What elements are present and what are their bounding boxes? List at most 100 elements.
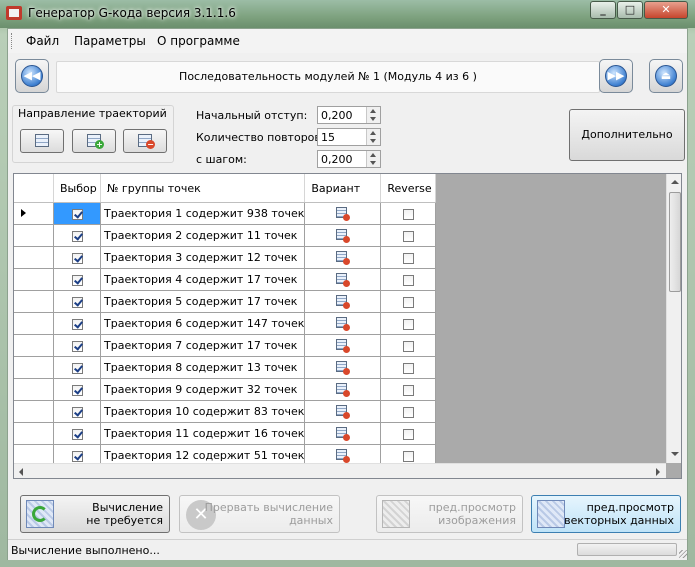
row-header[interactable] [14, 334, 54, 357]
table-row[interactable]: Траектория 2 содержит 11 точек [14, 224, 437, 247]
reverse-checkbox[interactable] [402, 252, 414, 264]
select-checkbox[interactable] [71, 384, 83, 396]
image-preview-button[interactable]: пред.просмотр изображения [376, 495, 523, 533]
reverse-cell[interactable] [380, 378, 437, 401]
reverse-cell[interactable] [380, 268, 437, 291]
variant-cell[interactable] [304, 290, 382, 313]
variant-cell[interactable] [304, 378, 382, 401]
table-remove-icon[interactable] [335, 272, 350, 287]
select-checkbox[interactable] [71, 230, 83, 242]
table-row[interactable]: Траектория 10 содержит 83 точек [14, 400, 437, 423]
column-variant[interactable]: Вариант [304, 174, 382, 203]
table-remove-icon[interactable] [335, 426, 350, 441]
table-remove-icon[interactable] [335, 404, 350, 419]
variant-cell[interactable] [304, 356, 382, 379]
variant-cell[interactable] [304, 224, 382, 247]
abort-calculation-button[interactable]: ✕ Прервать вычисление данных [179, 495, 340, 533]
start-offset-input[interactable]: 0,200 [317, 106, 381, 124]
table-row[interactable]: Траектория 9 содержит 32 точек [14, 378, 437, 401]
row-header[interactable] [14, 290, 54, 313]
select-checkbox[interactable] [71, 208, 83, 220]
select-cell[interactable] [53, 290, 101, 313]
select-cell[interactable] [53, 356, 101, 379]
reverse-checkbox[interactable] [402, 274, 414, 286]
repeat-count-input[interactable]: 15 [317, 128, 381, 146]
eject-button[interactable]: ⏏ [649, 59, 683, 93]
menu-parameters[interactable]: Параметры [74, 34, 146, 48]
table-remove-icon[interactable] [335, 382, 350, 397]
reverse-cell[interactable] [380, 356, 437, 379]
row-header[interactable] [14, 202, 54, 225]
group-name-cell[interactable]: Траектория 5 содержит 17 точек [100, 290, 306, 313]
resize-grip[interactable] [679, 550, 687, 558]
row-header[interactable] [14, 268, 54, 291]
step-input[interactable]: 0,200 [317, 150, 381, 168]
table-remove-icon[interactable] [335, 448, 350, 463]
variant-cell[interactable] [304, 400, 382, 423]
reverse-checkbox[interactable] [402, 230, 414, 242]
row-header[interactable] [14, 356, 54, 379]
reverse-cell[interactable] [380, 312, 437, 335]
spinner-arrows-icon[interactable] [366, 107, 380, 123]
table-row[interactable]: Траектория 1 содержит 938 точек [14, 202, 437, 225]
scroll-right-icon[interactable] [656, 468, 660, 476]
close-button[interactable]: ✕ [644, 1, 688, 19]
table-remove-icon[interactable] [335, 228, 350, 243]
group-name-cell[interactable]: Траектория 3 содержит 12 точек [100, 246, 306, 269]
select-cell[interactable] [53, 268, 101, 291]
row-header[interactable] [14, 224, 54, 247]
select-cell[interactable] [53, 312, 101, 335]
table-remove-icon[interactable] [335, 360, 350, 375]
select-cell[interactable] [53, 246, 101, 269]
select-checkbox[interactable] [71, 252, 83, 264]
table-row[interactable]: Траектория 5 содержит 17 точек [14, 290, 437, 313]
group-name-cell[interactable]: Траектория 9 содержит 32 точек [100, 378, 306, 401]
group-name-cell[interactable]: Траектория 11 содержит 16 точек [100, 422, 306, 445]
next-module-button[interactable]: ▶▶ [599, 59, 633, 93]
column-select[interactable]: Выбор [53, 174, 101, 203]
direction-remove-button[interactable]: − [123, 129, 167, 153]
select-checkbox[interactable] [71, 340, 83, 352]
table-row[interactable]: Траектория 3 содержит 12 точек [14, 246, 437, 269]
direction-add-button[interactable]: + [72, 129, 116, 153]
reverse-cell[interactable] [380, 224, 437, 247]
select-checkbox[interactable] [71, 362, 83, 374]
scroll-thumb[interactable] [669, 192, 681, 292]
select-cell[interactable] [53, 400, 101, 423]
scroll-up-icon[interactable] [671, 180, 679, 184]
calculation-button[interactable]: Вычисление не требуется [20, 495, 170, 533]
select-checkbox[interactable] [71, 296, 83, 308]
reverse-checkbox[interactable] [402, 340, 414, 352]
table-row[interactable]: Траектория 7 содержит 17 точек [14, 334, 437, 357]
reverse-checkbox[interactable] [402, 318, 414, 330]
row-header[interactable] [14, 378, 54, 401]
reverse-checkbox[interactable] [402, 362, 414, 374]
table-remove-icon[interactable] [335, 294, 350, 309]
spinner-arrows-icon[interactable] [366, 151, 380, 167]
variant-cell[interactable] [304, 202, 382, 225]
group-name-cell[interactable]: Траектория 7 содержит 17 точек [100, 334, 306, 357]
scroll-left-icon[interactable] [19, 468, 23, 476]
table-remove-icon[interactable] [335, 250, 350, 265]
select-cell[interactable] [53, 378, 101, 401]
select-checkbox[interactable] [71, 428, 83, 440]
variant-cell[interactable] [304, 422, 382, 445]
horizontal-scrollbar[interactable] [14, 463, 666, 478]
group-name-cell[interactable]: Траектория 10 содержит 83 точек [100, 400, 306, 423]
direction-list-button[interactable] [20, 129, 64, 153]
table-row[interactable]: Траектория 8 содержит 13 точек [14, 356, 437, 379]
table-row[interactable]: Траектория 6 содержит 147 точек [14, 312, 437, 335]
variant-cell[interactable] [304, 312, 382, 335]
variant-cell[interactable] [304, 268, 382, 291]
select-cell[interactable] [53, 202, 101, 225]
row-header[interactable] [14, 312, 54, 335]
reverse-cell[interactable] [380, 334, 437, 357]
reverse-checkbox[interactable] [402, 208, 414, 220]
reverse-checkbox[interactable] [402, 428, 414, 440]
group-name-cell[interactable]: Траектория 4 содержит 17 точек [100, 268, 306, 291]
row-header[interactable] [14, 400, 54, 423]
select-cell[interactable] [53, 224, 101, 247]
table-remove-icon[interactable] [335, 206, 350, 221]
menu-file[interactable]: Файл [26, 34, 59, 48]
vector-preview-button[interactable]: пред.просмотр векторных данных [531, 495, 681, 533]
